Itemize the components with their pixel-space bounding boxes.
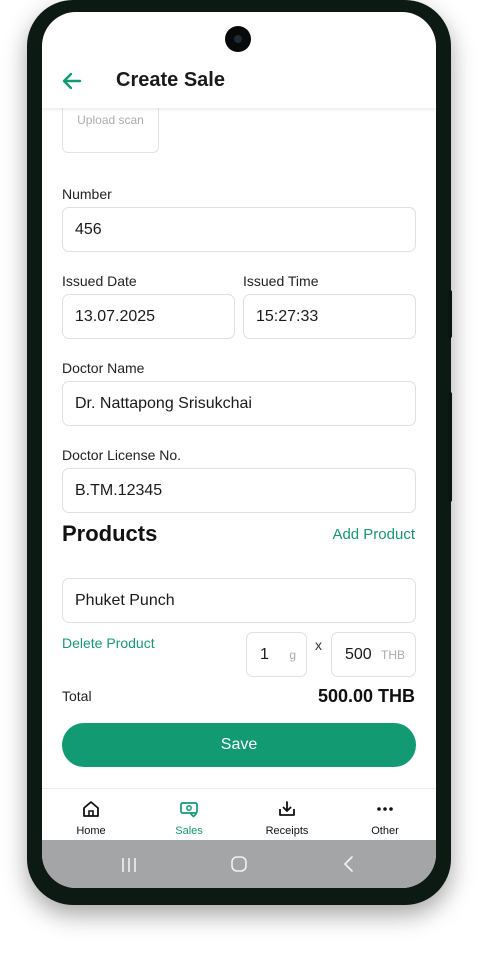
back-arrow-icon[interactable] <box>60 69 84 93</box>
system-back-icon[interactable] <box>340 855 358 873</box>
nav-label-other: Other <box>371 825 399 837</box>
quantity-value: 1 <box>260 646 269 663</box>
product-name-field[interactable]: Phuket Punch <box>62 578 416 623</box>
home-button-icon[interactable] <box>230 855 248 873</box>
issued-date-label: Issued Date <box>62 273 137 289</box>
nav-item-receipts[interactable]: Receipts <box>238 789 336 841</box>
doctor-name-label: Doctor Name <box>62 360 145 376</box>
quantity-unit: g <box>289 648 296 662</box>
total-label: Total <box>62 688 92 704</box>
doctor-license-field[interactable]: B.TM.12345 <box>62 468 416 513</box>
recent-apps-icon[interactable] <box>120 856 138 874</box>
issued-time-label: Issued Time <box>243 273 319 289</box>
app-bar: Create Sale <box>42 56 436 108</box>
delete-product-link[interactable]: Delete Product <box>62 635 155 651</box>
power-button <box>448 392 452 502</box>
page-title: Create Sale <box>116 69 225 91</box>
front-camera <box>225 26 251 52</box>
doctor-license-label: Doctor License No. <box>62 447 182 463</box>
products-heading: Products <box>62 521 158 546</box>
receipts-icon <box>279 801 295 816</box>
issued-date-field[interactable]: 13.07.2025 <box>62 294 235 339</box>
home-icon <box>83 801 99 817</box>
bottom-navigation: Home Sales Receipts Other <box>42 788 436 841</box>
nav-item-home[interactable]: Home <box>42 789 140 841</box>
app-screen: Create Sale Upload scan Number 456 Issue… <box>42 12 436 888</box>
price-value: 500 <box>345 646 372 663</box>
number-label: Number <box>62 186 112 202</box>
issued-time-field[interactable]: 15:27:33 <box>243 294 416 339</box>
price-unit: THB <box>381 648 405 662</box>
save-button[interactable]: Save <box>62 723 416 767</box>
nav-item-other[interactable]: Other <box>336 789 434 841</box>
price-field[interactable]: 500 THB <box>331 632 416 677</box>
nav-label-receipts: Receipts <box>265 825 309 837</box>
quantity-field[interactable]: 1 g <box>246 632 307 677</box>
upload-scan-button[interactable]: Upload scan <box>62 108 159 153</box>
nav-label-sales: Sales <box>175 825 203 837</box>
number-field[interactable]: 456 <box>62 207 416 252</box>
doctor-name-field[interactable]: Dr. Nattapong Srisukchai <box>62 381 416 426</box>
multiply-sign: x <box>315 637 322 653</box>
add-product-link[interactable]: Add Product <box>332 526 415 543</box>
more-icon <box>377 807 393 811</box>
nav-label-home: Home <box>76 825 106 837</box>
system-navigation-bar <box>42 840 436 888</box>
nav-item-sales[interactable]: Sales <box>140 789 238 841</box>
form-content[interactable]: Upload scan Number 456 Issued Date 13.07… <box>42 108 436 788</box>
sales-icon <box>180 802 198 818</box>
total-value: 500.00 THB <box>317 686 415 706</box>
volume-button <box>448 290 452 338</box>
